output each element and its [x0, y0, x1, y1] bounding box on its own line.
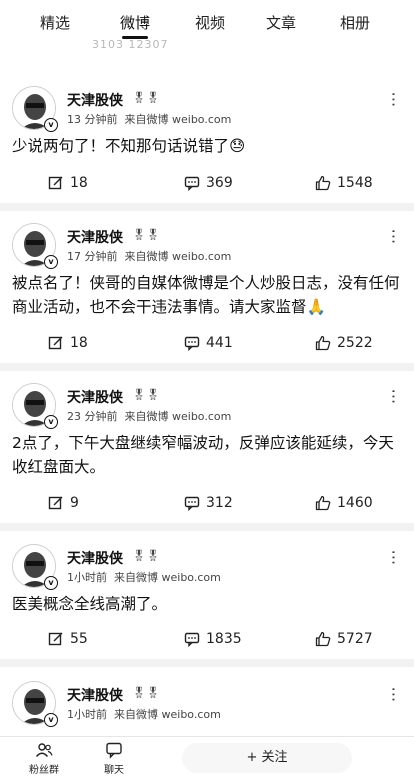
- comment-count: 369: [206, 175, 233, 191]
- post-divider: [0, 523, 414, 531]
- comment-count: 312: [206, 495, 233, 511]
- comment-count: 441: [206, 335, 233, 351]
- tab-album[interactable]: 相册: [340, 12, 370, 33]
- post-source: 来自微博 weibo.com: [124, 250, 232, 263]
- author-name[interactable]: 天津股侠: [67, 387, 123, 407]
- chat-icon: [106, 742, 122, 759]
- profile-tab-bar: 精选 微博 视频 文章 相册 3103 12307: [0, 0, 414, 51]
- tab-articles[interactable]: 文章: [266, 12, 296, 33]
- medal-icon: 🎖🎖: [132, 549, 160, 562]
- medal-icon: 🎖🎖: [132, 91, 160, 104]
- post-time: 1小时前: [67, 571, 107, 584]
- repost-icon: [48, 336, 63, 350]
- comment-icon: [184, 496, 200, 511]
- repost-button[interactable]: 55: [48, 629, 88, 649]
- fans-group-label: 粉丝群: [29, 765, 59, 776]
- author-name[interactable]: 天津股侠: [67, 548, 123, 568]
- like-count: 5727: [337, 631, 373, 647]
- medal-icon: 🎖🎖: [132, 228, 160, 241]
- like-button[interactable]: 2522: [315, 333, 373, 353]
- comment-icon: [184, 632, 200, 647]
- more-options-icon[interactable]: ⋯: [385, 687, 404, 703]
- verified-badge-icon: v: [44, 576, 58, 590]
- medal-icon: 🎖🎖: [132, 686, 160, 699]
- post-time: 1小时前: [67, 708, 107, 721]
- post-source: 来自微博 weibo.com: [114, 708, 221, 721]
- chat-label: 聊天: [104, 765, 124, 776]
- author-name[interactable]: 天津股侠: [67, 90, 123, 110]
- post-time: 13 分钟前: [67, 113, 118, 126]
- more-options-icon[interactable]: ⋯: [385, 229, 404, 245]
- repost-icon: [48, 496, 63, 510]
- like-button[interactable]: 1548: [315, 173, 373, 193]
- like-count: 1548: [337, 175, 373, 191]
- scrolled-content-peek: 3103 12307: [92, 38, 169, 51]
- post-source: 来自微博 weibo.com: [124, 113, 232, 126]
- medal-icon: 🎖🎖: [132, 388, 160, 401]
- post-meta: 13 分钟前 来自微博 weibo.com: [67, 111, 231, 127]
- comment-button[interactable]: 369: [184, 173, 233, 193]
- group-icon: [35, 743, 53, 757]
- repost-count: 9: [70, 495, 79, 511]
- post-actions: 9 312 1460: [0, 493, 414, 513]
- repost-count: 55: [70, 631, 88, 647]
- more-options-icon[interactable]: ⋯: [385, 550, 404, 566]
- comment-count: 1835: [206, 631, 242, 647]
- thumbs-up-icon: [315, 495, 331, 511]
- post-meta: 23 分钟前 来自微博 weibo.com: [67, 408, 231, 424]
- comment-icon: [184, 176, 200, 191]
- verified-badge-icon: v: [44, 118, 58, 132]
- thumbs-up-icon: [315, 631, 331, 647]
- post-text: 2点了，下午大盘继续窄幅波动，反弹应该能延续，今天收红盘面大。: [12, 434, 394, 476]
- repost-count: 18: [70, 175, 88, 191]
- post-meta: 17 分钟前 来自微博 weibo.com: [67, 248, 231, 264]
- more-options-icon[interactable]: ⋯: [385, 92, 404, 108]
- repost-icon: [48, 176, 63, 190]
- post-meta: 1小时前 来自微博 weibo.com: [67, 569, 221, 585]
- like-count: 2522: [337, 335, 373, 351]
- verified-badge-icon: v: [44, 415, 58, 429]
- post-divider: [0, 203, 414, 211]
- comment-icon: [184, 336, 200, 351]
- chat-button[interactable]: 聊天: [94, 741, 134, 776]
- repost-icon: [48, 632, 63, 646]
- thumbs-up-icon: [315, 175, 331, 191]
- repost-button[interactable]: 18: [48, 173, 88, 193]
- repost-button[interactable]: 18: [48, 333, 88, 353]
- post-actions: 55 1835 5727: [0, 629, 414, 649]
- thumbs-up-icon: [315, 335, 331, 351]
- post-divider: [0, 659, 414, 667]
- fans-group-button[interactable]: 粉丝群: [24, 741, 64, 776]
- like-button[interactable]: 1460: [315, 493, 373, 513]
- follow-button[interactable]: + 关注: [182, 743, 352, 773]
- author-name[interactable]: 天津股侠: [67, 227, 123, 247]
- verified-badge-icon: v: [44, 255, 58, 269]
- post-meta: 1小时前 来自微博 weibo.com: [67, 706, 221, 722]
- comment-button[interactable]: 1835: [184, 629, 242, 649]
- post-source: 来自微博 weibo.com: [124, 410, 232, 423]
- post-source: 来自微博 weibo.com: [114, 571, 221, 584]
- tab-weibo[interactable]: 微博: [120, 12, 150, 33]
- like-button[interactable]: 5727: [315, 629, 373, 649]
- post-text: 少说两句了！不知那句话说错了😓: [12, 137, 246, 155]
- comment-button[interactable]: 312: [184, 493, 233, 513]
- repost-count: 18: [70, 335, 88, 351]
- post-text: 被点名了！侠哥的自媒体微博是个人炒股日志，没有任何商业活动，也不会干违法事情。请…: [12, 274, 400, 316]
- tab-video[interactable]: 视频: [195, 12, 225, 33]
- post-actions: 18 369 1548: [0, 173, 414, 193]
- repost-button[interactable]: 9: [48, 493, 79, 513]
- verified-badge-icon: v: [44, 713, 58, 727]
- like-count: 1460: [337, 495, 373, 511]
- post-time: 17 分钟前: [67, 250, 118, 263]
- comment-button[interactable]: 441: [184, 333, 233, 353]
- post-text: 医美概念全线高潮了。: [12, 595, 168, 613]
- post-divider: [0, 363, 414, 371]
- author-name[interactable]: 天津股侠: [67, 685, 123, 705]
- more-options-icon[interactable]: ⋯: [385, 389, 404, 405]
- post-actions: 18 441 2522: [0, 333, 414, 353]
- profile-bottom-bar: 粉丝群 聊天 + 关注: [0, 736, 414, 781]
- post-time: 23 分钟前: [67, 410, 118, 423]
- tab-featured[interactable]: 精选: [40, 12, 70, 33]
